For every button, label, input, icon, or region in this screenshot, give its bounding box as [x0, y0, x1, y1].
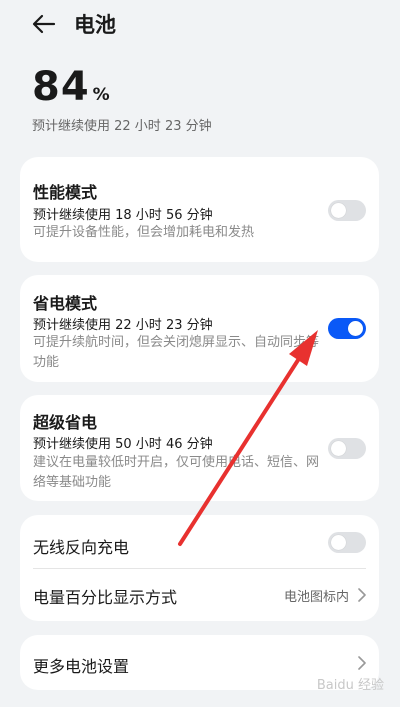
- power-saving-mode-title: 省电模式: [33, 294, 98, 313]
- wireless-reverse-charge-toggle[interactable]: [328, 532, 366, 553]
- more-battery-settings-title: 更多电池设置: [33, 657, 130, 676]
- battery-level: 84%: [32, 64, 110, 114]
- power-saving-mode-estimate: 预计继续使用 22 小时 23 分钟: [33, 318, 213, 333]
- battery-percent: 84: [32, 64, 90, 110]
- battery-estimate: 预计继续使用 22 小时 23 分钟: [32, 119, 212, 134]
- toggle-knob: [331, 441, 346, 456]
- power-saving-mode-desc: 可提升续航时间，但会关闭熄屏显示、自动同步等功能: [33, 335, 320, 370]
- percent-display-title: 电量百分比显示方式: [33, 588, 178, 607]
- performance-mode-title: 性能模式: [33, 183, 98, 202]
- super-power-saving-title: 超级省电: [33, 413, 98, 432]
- performance-mode-toggle[interactable]: [328, 200, 366, 221]
- battery-percent-unit: %: [92, 85, 110, 105]
- toggle-knob: [331, 203, 346, 218]
- toggle-knob: [331, 535, 346, 550]
- page-title: 电池: [74, 13, 116, 37]
- wireless-reverse-charge-title: 无线反向充电: [33, 538, 130, 557]
- super-power-saving-estimate: 预计继续使用 50 小时 46 分钟: [33, 437, 213, 452]
- performance-mode-estimate: 预计继续使用 18 小时 56 分钟: [33, 208, 213, 223]
- watermark: Baidu 经验: [316, 678, 384, 693]
- super-power-saving-toggle[interactable]: [328, 438, 366, 459]
- power-saving-mode-toggle[interactable]: [328, 318, 366, 339]
- super-power-saving-card: 超级省电 预计继续使用 50 小时 46 分钟 建议在电量较低时开启，仅可使用电…: [20, 395, 379, 501]
- back-arrow-icon[interactable]: [30, 10, 58, 38]
- chevron-right-icon: [358, 588, 366, 602]
- power-saving-mode-card: 省电模式 预计继续使用 22 小时 23 分钟 可提升续航时间，但会关闭熄屏显示…: [20, 275, 379, 382]
- chevron-right-icon: [358, 656, 366, 670]
- toggle-knob: [348, 321, 363, 336]
- performance-mode-desc: 可提升设备性能，但会增加耗电和发热: [33, 225, 255, 240]
- performance-mode-card: 性能模式 预计继续使用 18 小时 56 分钟 可提升设备性能，但会增加耗电和发…: [20, 157, 379, 262]
- percent-display-value: 电池图标内: [283, 590, 349, 605]
- top-bar: 电池: [0, 0, 400, 48]
- wireless-reverse-charge-row[interactable]: 无线反向充电: [20, 515, 379, 568]
- percent-display-row[interactable]: 电量百分比显示方式 电池图标内: [20, 569, 379, 622]
- charging-settings-card: 无线反向充电 电量百分比显示方式 电池图标内: [20, 515, 379, 621]
- super-power-saving-desc: 建议在电量较低时开启，仅可使用电话、短信、网络等基础功能: [33, 455, 320, 490]
